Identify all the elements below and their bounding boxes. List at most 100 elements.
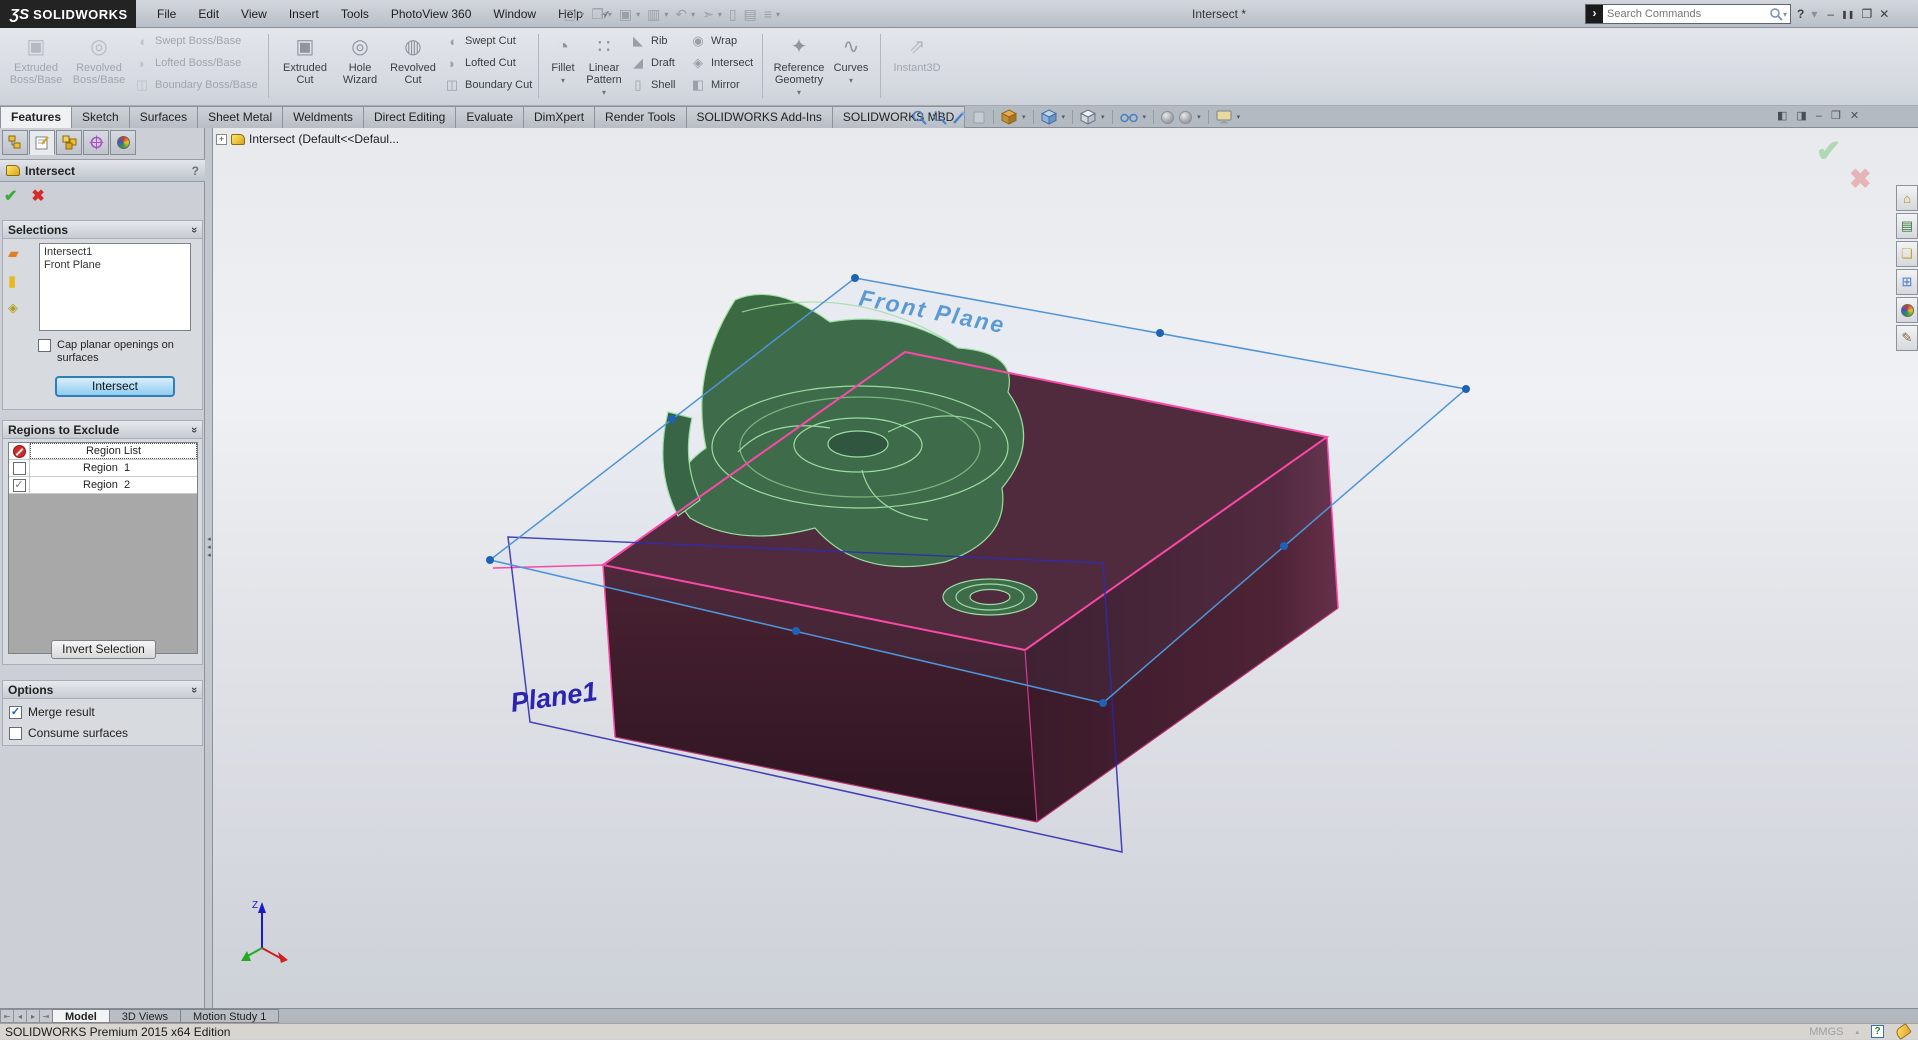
curves-caret-icon[interactable]: ▾ (849, 76, 853, 85)
tab-dimxpert[interactable]: DimXpert (523, 106, 595, 128)
close-icon[interactable]: ✕ (1879, 7, 1889, 21)
pause-icon[interactable]: ❚❚ (1841, 10, 1854, 19)
tab-weldments[interactable]: Weldments (282, 106, 364, 128)
splitter-grip-icon[interactable]: ◂◂◂ (205, 536, 213, 560)
file-properties-icon[interactable]: ▤ (741, 6, 760, 23)
hide-show-caret-icon[interactable]: ▾ (1143, 113, 1147, 121)
fillet-caret-icon[interactable]: ▾ (561, 76, 565, 85)
hole-wizard-button[interactable]: ◎ Hole Wizard (336, 32, 384, 102)
menu-tools[interactable]: Tools (330, 0, 380, 28)
tab-sheet-metal[interactable]: Sheet Metal (197, 106, 283, 128)
extruded-cut-button[interactable]: ▣ Extruded Cut (278, 32, 332, 102)
revolved-boss-base-button[interactable]: ◎ Revolved Boss/Base (70, 32, 128, 102)
tab-features[interactable]: Features (0, 106, 72, 128)
options-caret-icon[interactable]: ▾ (776, 10, 783, 19)
selection-listbox[interactable]: Intersect1 Front Plane (39, 243, 191, 331)
region-list-header-row[interactable]: Region List (9, 443, 197, 460)
draft-button[interactable]: ◢Draft (630, 54, 675, 72)
boundary-cut-button[interactable]: ◫Boundary Cut (444, 76, 532, 94)
minimize-icon[interactable]: – (1827, 7, 1834, 21)
propertymanager-tab[interactable] (29, 130, 55, 155)
undo-caret-icon[interactable]: ▾ (691, 10, 698, 19)
search-commands-box[interactable]: › ▾ (1585, 4, 1791, 24)
options-icon[interactable]: ≡ (761, 6, 775, 22)
confirmation-cancel-icon[interactable]: ✖ (1849, 164, 1872, 195)
file-explorer-button[interactable]: ❏ (1896, 241, 1918, 267)
view-settings-icon[interactable] (1216, 110, 1232, 125)
tab-scroll-last-icon[interactable]: ⇥ (39, 1009, 53, 1023)
wrap-button[interactable]: ◉Wrap (690, 32, 753, 50)
shell-button[interactable]: ▯Shell (630, 76, 675, 94)
region-list[interactable]: Region List Region 1 ✓ Region 2 (8, 442, 198, 654)
select-icon[interactable]: ➣ (699, 6, 717, 23)
view-orientation-icon[interactable] (1041, 109, 1057, 125)
view-orientation-caret-icon[interactable]: ▾ (1062, 113, 1066, 121)
lofted-cut-button[interactable]: ◗Lofted Cut (444, 54, 532, 72)
menu-file[interactable]: File (146, 0, 187, 28)
restore-icon[interactable]: ❐ (1861, 7, 1872, 21)
swept-cut-button[interactable]: ◖Swept Cut (444, 32, 532, 50)
dimxpertmanager-tab[interactable] (83, 130, 109, 155)
reference-geometry-button[interactable]: ✦ Reference Geometry ▾ (770, 32, 828, 102)
linear-pattern-button[interactable]: ∷ Linear Pattern ▾ (583, 32, 625, 102)
selection-item[interactable]: Intersect1 (44, 246, 186, 259)
pane-left-icon[interactable]: ◧ (1777, 109, 1787, 122)
menu-window[interactable]: Window (482, 0, 547, 28)
search-icon[interactable] (1769, 7, 1783, 21)
extruded-boss-base-button[interactable]: ▣ Extruded Boss/Base (8, 32, 64, 102)
tree-expand-icon[interactable]: + (216, 134, 227, 145)
rebuild-icon[interactable]: ▯ (726, 6, 740, 23)
open-caret-icon[interactable]: ▾ (608, 10, 615, 19)
search-input[interactable] (1603, 8, 1769, 20)
lofted-boss-base-button[interactable]: ◗Lofted Boss/Base (134, 54, 258, 72)
design-library-button[interactable]: ▤ (1896, 213, 1918, 239)
region-2-checkbox[interactable]: ✓ (13, 479, 26, 492)
collapse-chevron-icon[interactable]: » (188, 686, 200, 692)
collapse-chevron-icon[interactable]: » (188, 226, 200, 232)
tab-surfaces[interactable]: Surfaces (129, 106, 198, 128)
options-group-header[interactable]: Options » (3, 681, 202, 699)
section-view-caret-icon[interactable]: ▾ (1022, 113, 1026, 121)
select-caret-icon[interactable]: ▾ (718, 10, 725, 19)
instant3d-button[interactable]: ⇗ Instant3D (888, 32, 946, 102)
region-row-1[interactable]: Region 1 (9, 460, 197, 477)
curves-button[interactable]: ∿ Curves ▾ (831, 32, 871, 102)
edit-appearance-icon[interactable] (1161, 111, 1174, 124)
tags-icon[interactable] (1894, 1023, 1912, 1040)
view-palette-button[interactable]: ⊞ (1896, 269, 1918, 295)
flyout-feature-tree[interactable]: + Intersect (Default<<Defaul... (216, 132, 399, 146)
selections-group-header[interactable]: Selections » (3, 221, 202, 239)
display-style-caret-icon[interactable]: ▾ (1101, 113, 1105, 121)
tab-sketch[interactable]: Sketch (71, 106, 130, 128)
swept-boss-base-button[interactable]: ◖Swept Boss/Base (134, 32, 258, 50)
apply-scene-icon[interactable] (1179, 111, 1192, 124)
save-icon[interactable]: ▣ (616, 6, 635, 23)
new-document-icon[interactable]: ▢ (560, 6, 579, 23)
tab-direct-editing[interactable]: Direct Editing (363, 106, 456, 128)
pm-help-icon[interactable]: ? (192, 164, 199, 178)
reference-geometry-caret-icon[interactable]: ▾ (797, 88, 801, 97)
displaymanager-tab[interactable] (110, 130, 136, 155)
pm-cancel-button[interactable]: ✖ (31, 186, 44, 206)
units-caret-icon[interactable]: ▴ (1855, 1028, 1859, 1036)
tab-scroll-prev-icon[interactable]: ◂ (13, 1009, 27, 1023)
tab-evaluate[interactable]: Evaluate (455, 106, 524, 128)
help-icon[interactable]: ? (1797, 7, 1804, 21)
intersect-action-button[interactable]: Intersect (55, 376, 175, 397)
doc-restore-icon[interactable]: ❐ (1831, 109, 1841, 122)
tab-model[interactable]: Model (52, 1009, 110, 1023)
rib-button[interactable]: ◣Rib (630, 32, 675, 50)
menu-edit[interactable]: Edit (187, 0, 230, 28)
tab-motion-study-1[interactable]: Motion Study 1 (180, 1009, 279, 1023)
menu-photoview360[interactable]: PhotoView 360 (380, 0, 483, 28)
tab-3d-views[interactable]: 3D Views (109, 1009, 181, 1023)
pm-ok-button[interactable]: ✔ (4, 186, 17, 206)
appearances-scenes-button[interactable] (1896, 297, 1918, 323)
hide-show-items-icon[interactable] (1120, 111, 1138, 124)
cap-openings-checkbox[interactable] (38, 339, 51, 352)
help-caret-icon[interactable]: ▾ (1811, 7, 1820, 21)
undo-icon[interactable]: ↶ (672, 6, 690, 23)
tab-render-tools[interactable]: Render Tools (594, 106, 687, 128)
display-style-icon[interactable] (1080, 109, 1096, 125)
intersect-button[interactable]: ◈Intersect (690, 54, 753, 72)
